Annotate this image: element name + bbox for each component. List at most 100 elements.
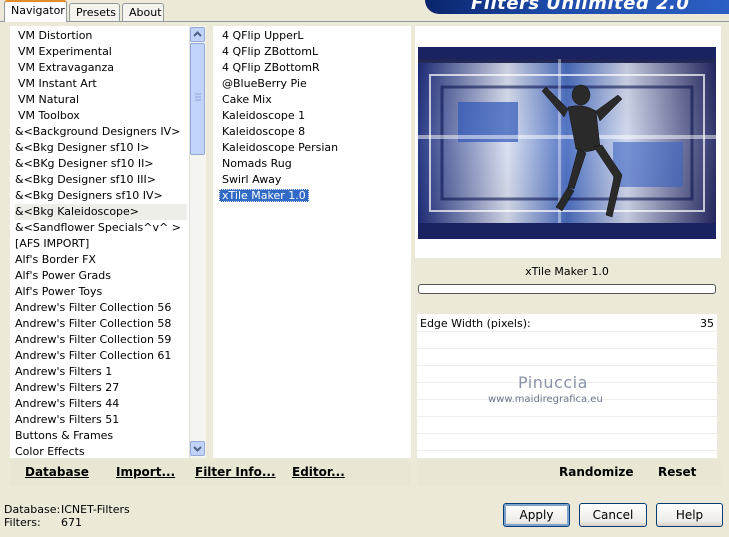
param-row-empty — [417, 333, 717, 349]
tab-navigator[interactable]: Navigator — [4, 0, 67, 22]
filter-item[interactable]: Nomads Rug — [222, 156, 407, 172]
category-item[interactable]: Alf's Border FX — [15, 252, 187, 268]
category-item[interactable]: &<Bkg Designers sf10 IV> — [15, 188, 187, 204]
filter-item[interactable]: 4 QFlip ZBottomL — [222, 44, 407, 60]
category-item[interactable]: Andrew's Filter Collection 61 — [15, 348, 187, 364]
import-label: Import... — [116, 465, 176, 479]
filter-info-label: Filter Info... — [195, 465, 276, 479]
filter-list[interactable]: 4 QFlip UpperL 4 QFlip ZBottomL 4 QFlip ZB… — [213, 26, 411, 458]
help-label: Help — [675, 508, 704, 522]
param-value[interactable]: 35 — [700, 317, 714, 330]
editor-button[interactable]: Editor... — [292, 465, 345, 479]
filter-item[interactable]: Swirl Away — [222, 172, 407, 188]
apply-label: Apply — [519, 508, 554, 522]
filter-item-label: Kaleidoscope 8 — [222, 125, 306, 138]
category-item[interactable]: Buttons & Frames — [15, 428, 187, 444]
filter-item-label: 4 QFlip ZBottomL — [222, 45, 319, 58]
cancel-button[interactable]: Cancel — [579, 503, 647, 527]
filter-item-label: Swirl Away — [222, 173, 282, 186]
database-status-value: ICNET-Filters — [61, 503, 130, 516]
category-item[interactable]: Andrew's Filters 51 — [15, 412, 187, 428]
selected-filter-title: xTile Maker 1.0 — [525, 265, 609, 278]
import-button[interactable]: Import... — [116, 465, 175, 479]
category-item[interactable]: VM Extravaganza — [15, 60, 187, 76]
filter-item-label: Cake Mix — [222, 93, 272, 106]
category-item[interactable]: Andrew's Filter Collection 56 — [15, 300, 187, 316]
randomize-label: Randomize — [559, 465, 634, 479]
database-button[interactable]: Database — [25, 465, 89, 479]
category-scrollbar[interactable] — [189, 26, 206, 458]
scroll-thumb[interactable] — [190, 43, 205, 155]
tab-about[interactable]: About — [122, 3, 164, 22]
category-item[interactable]: &<Sandflower Specials^v^ > — [15, 220, 187, 236]
filters-status-value: 671 — [61, 516, 82, 529]
tab-navigator-label: Navigator — [11, 4, 65, 17]
category-item[interactable]: &<Bkg Kaleidoscope> — [15, 204, 187, 220]
filter-item-label: Kaleidoscope Persian — [222, 141, 339, 154]
grip-icon — [195, 93, 201, 101]
tab-presets-label: Presets — [76, 6, 117, 19]
database-status-label: Database: — [4, 503, 61, 516]
category-item[interactable]: VM Instant Art — [15, 76, 187, 92]
category-items: VM Distortion VM Experimental VM Extravaga… — [15, 28, 187, 460]
watermark-url: www.maidiregrafica.eu — [488, 394, 603, 405]
filter-item-label: 4 QFlip ZBottomR — [222, 61, 320, 74]
filter-item[interactable]: Kaleidoscope 1 — [222, 108, 407, 124]
category-item[interactable]: VM Experimental — [15, 44, 187, 60]
reset-button[interactable]: Reset — [658, 465, 696, 479]
category-item[interactable]: &<Bkg Designer sf10 I> — [15, 140, 187, 156]
category-item[interactable]: Color Effects — [15, 444, 187, 460]
category-item[interactable]: [AFS IMPORT] — [15, 236, 187, 252]
filter-info-button[interactable]: Filter Info... — [195, 465, 276, 479]
filter-item-label: Nomads Rug — [222, 157, 292, 170]
chevron-down-icon — [193, 446, 202, 452]
category-item[interactable]: &<Bkg Designer sf10 III> — [15, 172, 187, 188]
filter-item[interactable]: 4 QFlip ZBottomR — [222, 60, 407, 76]
help-button[interactable]: Help — [656, 503, 723, 527]
app-title: Filters Unlimited 2.0 — [471, 0, 690, 14]
preview-artwork — [418, 47, 716, 239]
left-action-bar: Database Import... Filter Info... Editor… — [10, 460, 411, 486]
filters-status-label: Filters: — [4, 516, 41, 529]
filter-item[interactable]: 4 QFlip UpperL — [222, 28, 407, 44]
filter-item[interactable]: @BlueBerry Pie — [222, 76, 407, 92]
app-banner: Filters Unlimited 2.0 — [425, 0, 729, 14]
category-item[interactable]: VM Natural — [15, 92, 187, 108]
randomize-button[interactable]: Randomize — [559, 465, 633, 479]
filter-item-label: 4 QFlip UpperL — [222, 29, 304, 42]
filter-item-label: @BlueBerry Pie — [222, 77, 307, 90]
filter-item[interactable]: xTile Maker 1.0 — [219, 188, 407, 204]
filter-item[interactable]: Cake Mix — [222, 92, 407, 108]
reset-label: Reset — [658, 465, 697, 479]
category-item[interactable]: VM Distortion — [15, 28, 187, 44]
category-item[interactable]: Alf's Power Grads — [15, 268, 187, 284]
category-item[interactable]: Alf's Power Toys — [15, 284, 187, 300]
scroll-up-button[interactable] — [190, 27, 205, 42]
param-row-empty — [417, 418, 717, 434]
category-item[interactable]: Andrew's Filter Collection 59 — [15, 332, 187, 348]
watermark-name: Pinuccia — [518, 373, 588, 392]
category-item[interactable]: &<Background Designers IV> — [15, 124, 187, 140]
param-row-empty — [417, 350, 717, 366]
scroll-down-button[interactable] — [190, 441, 205, 456]
category-item[interactable]: VM Toolbox — [15, 108, 187, 124]
apply-button[interactable]: Apply — [503, 503, 570, 527]
database-label: Database — [25, 465, 89, 479]
tab-about-label: About — [129, 6, 162, 19]
filter-item[interactable]: Kaleidoscope Persian — [222, 140, 407, 156]
chevron-up-icon — [193, 31, 202, 37]
editor-label: Editor... — [292, 465, 345, 479]
cancel-label: Cancel — [592, 508, 634, 522]
category-item[interactable]: Andrew's Filters 44 — [15, 396, 187, 412]
category-item[interactable]: Andrew's Filter Collection 58 — [15, 316, 187, 332]
param-row-edge-width[interactable]: Edge Width (pixels): 35 — [417, 316, 717, 332]
tab-presets[interactable]: Presets — [69, 3, 120, 22]
category-list[interactable]: VM Distortion VM Experimental VM Extravaga… — [10, 26, 206, 458]
filter-item[interactable]: Kaleidoscope 8 — [222, 124, 407, 140]
param-row-empty — [417, 435, 717, 451]
category-item[interactable]: Andrew's Filters 1 — [15, 364, 187, 380]
param-label: Edge Width (pixels): — [420, 317, 531, 330]
category-item[interactable]: &<BKg Designer sf10 II> — [15, 156, 187, 172]
category-item[interactable]: Andrew's Filters 27 — [15, 380, 187, 396]
preview-image — [418, 47, 716, 239]
